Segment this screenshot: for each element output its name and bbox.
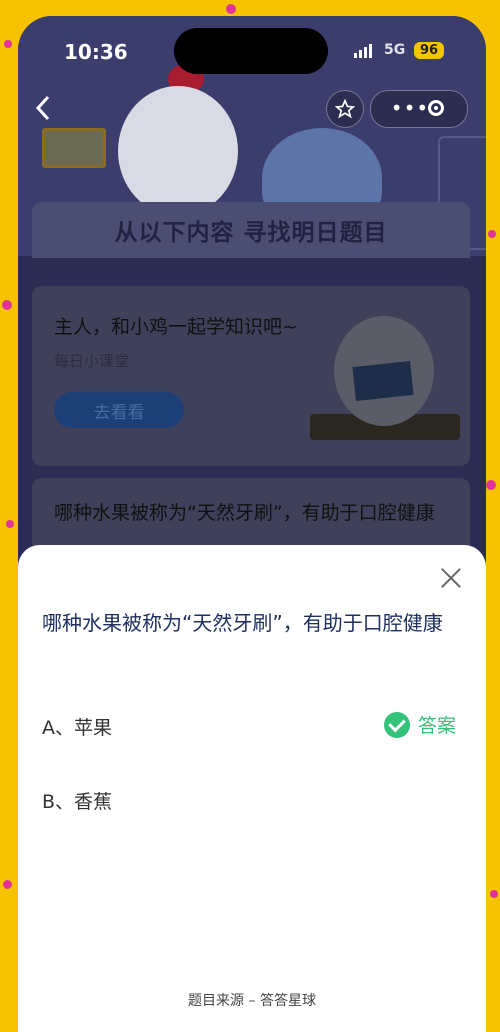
confetti-dot: [3, 880, 12, 889]
network-label: 5G: [384, 42, 406, 58]
confetti-dot: [226, 4, 236, 14]
dynamic-island: [174, 28, 328, 74]
chevron-left-icon: [35, 95, 50, 121]
favorite-button[interactable]: [326, 90, 364, 128]
content-area: 从以下内容 寻找明日题目: [32, 202, 470, 258]
book-illustration: [352, 361, 414, 401]
check-circle-icon: [384, 711, 410, 738]
question-text: 哪种水果被称为“天然牙刷”，有助于口腔健康: [54, 502, 435, 524]
daily-lesson-card: 主人，和小鸡一起学知识吧~ 每日小课堂 去看看: [32, 286, 470, 466]
confetti-dot: [488, 230, 496, 238]
confetti-dot: [490, 890, 498, 898]
confetti-dot: [6, 520, 14, 528]
option-a[interactable]: A、苹果: [42, 713, 112, 740]
banner-title: 从以下内容 寻找明日题目: [114, 220, 388, 246]
confetti-dot: [4, 40, 12, 48]
more-button[interactable]: •••: [386, 90, 434, 126]
confetti-dot: [486, 480, 496, 490]
status-bar: 10:36 5G 96: [18, 16, 486, 86]
answer-sheet: 哪种水果被称为“天然牙刷”，有助于口腔健康 A、苹果 答案 B、香蕉 题目来源 …: [18, 545, 486, 1032]
chick-mascot: [118, 86, 238, 216]
source-footer: 题目来源 – 答答星球: [188, 993, 316, 1009]
card-title: 主人，和小鸡一起学知识吧~: [54, 316, 298, 338]
signal-icon: [354, 44, 372, 58]
go-watch-button[interactable]: 去看看: [54, 392, 184, 428]
battery-indicator: 96: [414, 42, 445, 59]
close-miniapp-button[interactable]: [428, 100, 444, 116]
medal-frame-icon: [42, 128, 106, 168]
option-b[interactable]: B、香蕉: [42, 787, 112, 814]
sheet-question: 哪种水果被称为“天然牙刷”，有助于口腔健康: [42, 611, 443, 635]
back-button[interactable]: [34, 94, 52, 130]
status-time: 10:36: [64, 40, 128, 64]
card-subtitle: 每日小课堂: [54, 352, 130, 370]
section-banner: 从以下内容 寻找明日题目: [32, 202, 470, 258]
answer-label: 答案: [418, 715, 457, 737]
close-icon[interactable]: [440, 567, 462, 589]
confetti-dot: [2, 300, 12, 310]
answer-badge: 答案: [384, 711, 456, 738]
more-dots-icon: •••: [390, 96, 430, 120]
star-icon: [335, 99, 355, 119]
